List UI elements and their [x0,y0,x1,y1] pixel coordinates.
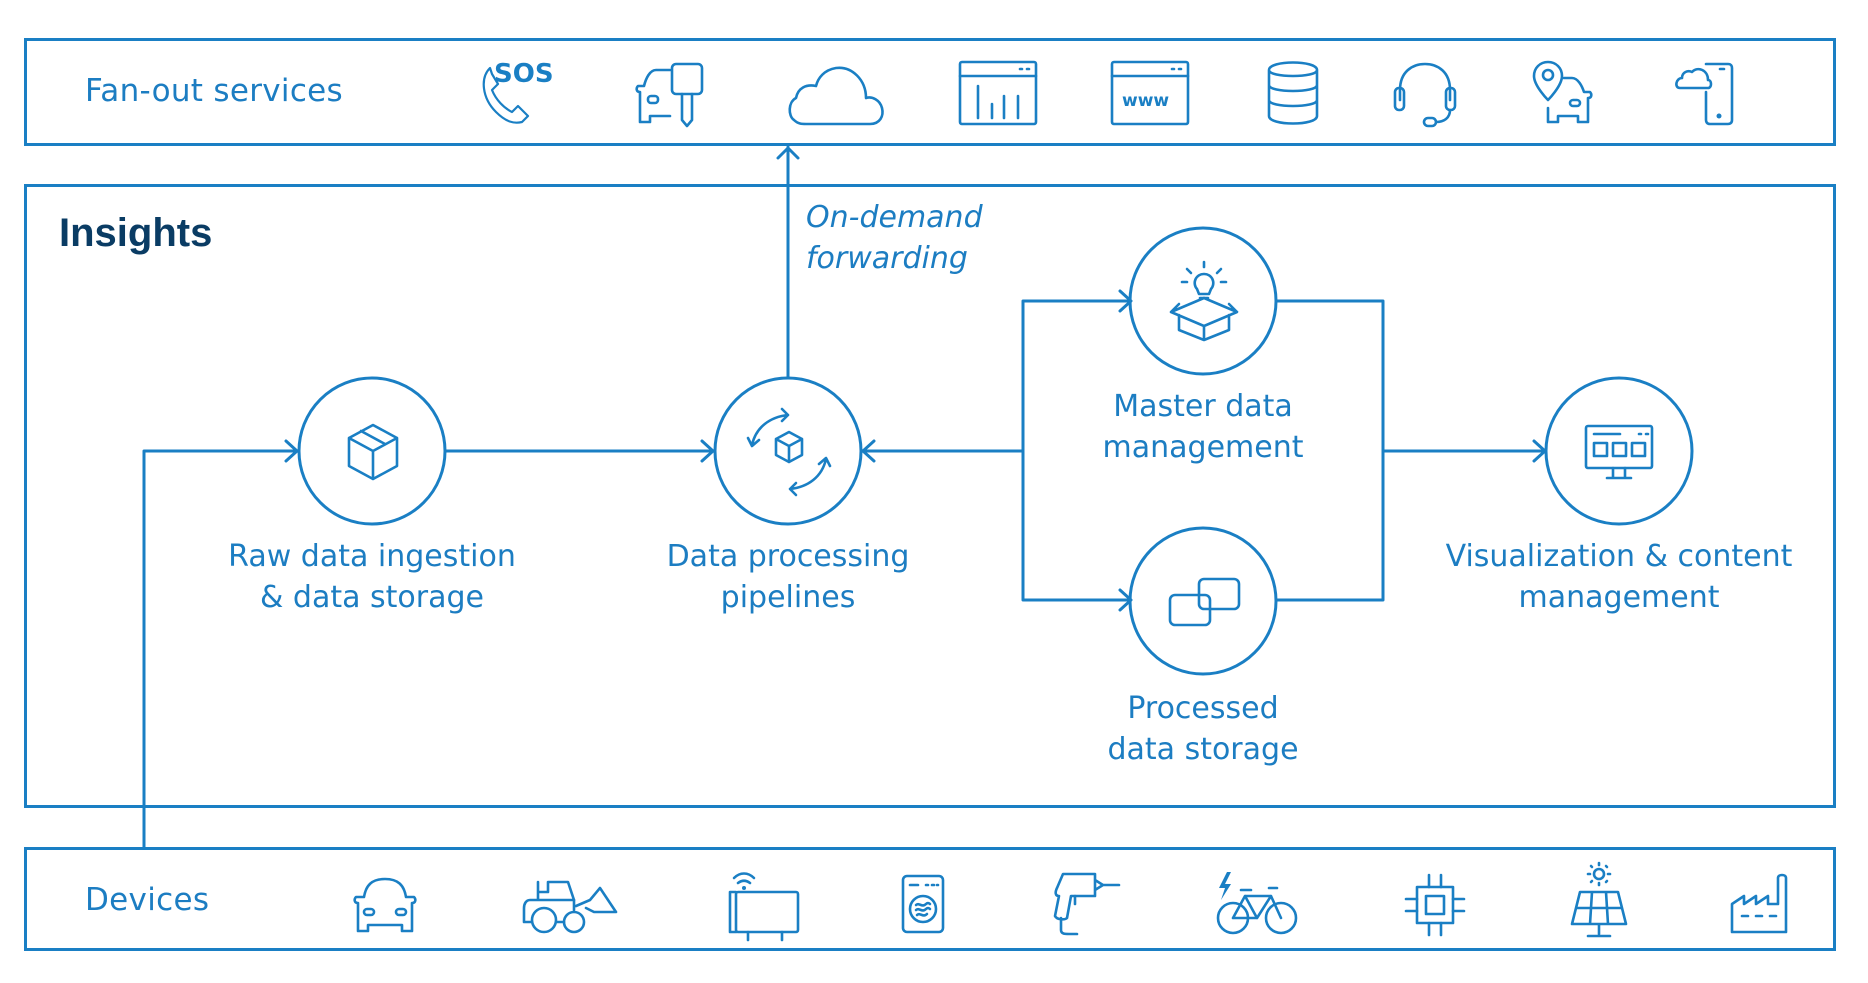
node-label-line: Visualization & content [1445,539,1793,574]
insights-title: Insights [59,211,213,255]
cycle-box-icon [742,405,836,499]
node-label-line: Raw data ingestion [228,539,516,574]
node-label-processed-storage: Processed data storage [1003,688,1403,770]
arrowhead [776,146,800,160]
node-label-data-processing: Data processing pipelines [588,536,988,618]
fanout-services-label: Fan-out services [85,73,344,109]
car-location-icon [1530,58,1602,128]
node-label-visualization: Visualization & content management [1409,536,1829,618]
forwarding-note-line: forwarding [806,241,968,276]
node-label-line: management [1102,430,1304,465]
node-label-line: management [1518,580,1720,615]
cloud-mobile-icon [1670,58,1736,128]
node-label-line: pipelines [720,580,856,615]
idea-box-icon [1165,260,1243,342]
database-icon [1266,60,1320,126]
box-icon [344,421,402,483]
car-key-icon [632,62,710,128]
sos-text: SOS [494,59,554,89]
drill-icon [1047,870,1121,936]
node-label-line: Data processing [666,539,910,574]
connected-heater-icon [722,862,800,942]
headset-icon [1392,60,1458,128]
car-icon [350,875,420,935]
wheel-loader-icon [520,878,620,934]
node-label-line: Processed [1127,691,1279,726]
website-www-icon: www [1110,60,1190,126]
cloud-icon [786,62,886,126]
node-label-line: Master data [1113,389,1293,424]
node-label-line: data storage [1107,732,1299,767]
devices-label: Devices [85,882,210,918]
linked-squares-icon [1166,575,1244,629]
dashboard-chart-icon [958,60,1038,126]
washing-machine-icon [900,873,946,935]
node-label-master-data: Master data management [1003,386,1403,468]
factory-icon [1728,870,1794,936]
sos-call-icon: SOS [478,58,558,126]
forwarding-note-line: On-demand [806,200,983,235]
ebike-icon [1215,870,1301,938]
monitor-dashboard-icon [1583,423,1655,483]
forwarding-note: On-demand forwarding [806,197,983,279]
node-label-raw-data: Raw data ingestion & data storage [172,536,572,618]
www-text: www [1122,91,1169,111]
chip-icon [1404,873,1466,937]
node-label-line: & data storage [259,580,484,615]
solar-panel-icon [1566,861,1632,942]
